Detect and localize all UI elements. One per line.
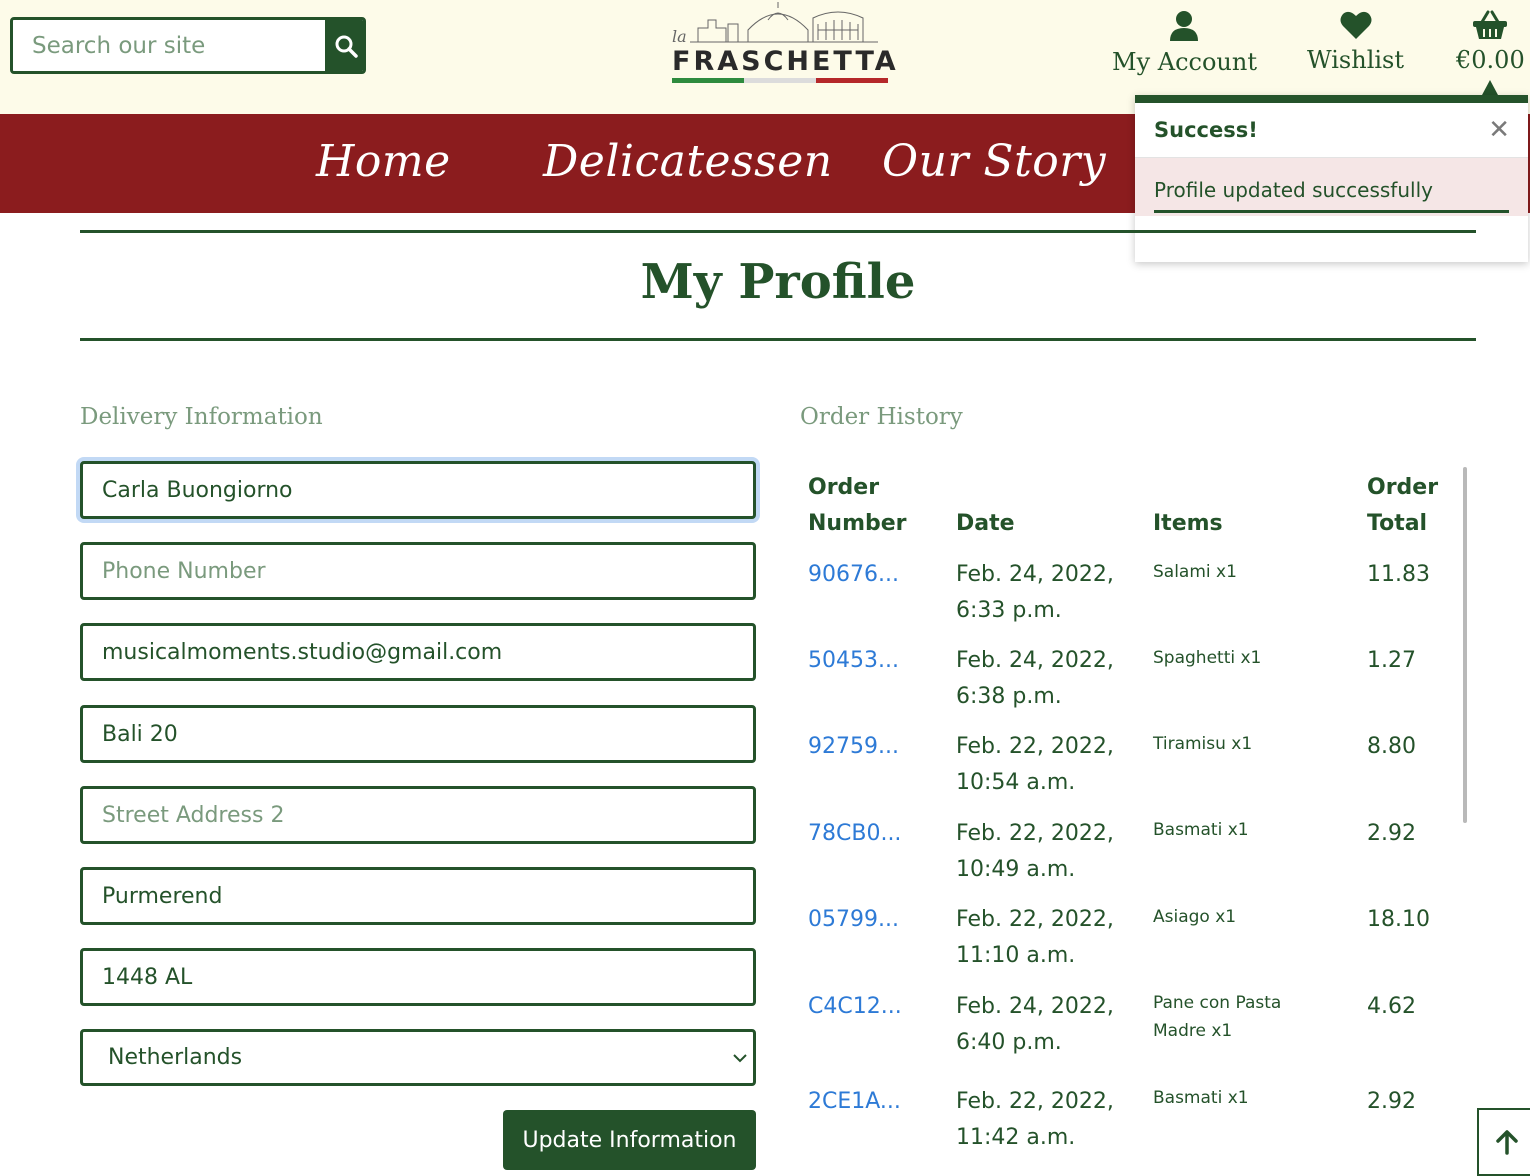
email-field[interactable] <box>80 623 756 681</box>
order-total: 4.62 <box>1367 994 1416 1019</box>
col-header-items: Items <box>1153 511 1223 536</box>
nav-item-home[interactable]: Home <box>316 136 451 187</box>
user-icon <box>1170 11 1199 41</box>
col-header-order-total: Order Total <box>1367 470 1438 542</box>
order-total: 8.80 <box>1367 734 1416 759</box>
order-number-link[interactable]: 50453... <box>808 648 899 673</box>
order-total: 18.10 <box>1367 907 1430 932</box>
title-rule-bottom <box>80 338 1476 341</box>
search-button[interactable] <box>325 20 363 71</box>
phone-number-field[interactable] <box>80 542 756 600</box>
order-items: Spaghetti x1 <box>1153 648 1262 668</box>
order-items: Basmati x1 <box>1153 1088 1249 1108</box>
order-total: 2.92 <box>1367 1089 1416 1114</box>
town-field[interactable] <box>80 867 756 925</box>
toast-title: Success! <box>1154 118 1258 142</box>
order-items: Salami x1 <box>1153 562 1237 582</box>
cart-link[interactable]: €0.00 <box>1456 10 1525 74</box>
toast-pointer <box>1482 80 1498 95</box>
country-select-value: Netherlands <box>108 1045 243 1070</box>
update-information-button[interactable]: Update Information <box>503 1110 756 1170</box>
order-date: Feb. 22, 2022, 11:10 a.m. <box>956 907 1114 968</box>
title-rule-top <box>80 230 1476 233</box>
close-icon[interactable]: ✕ <box>1488 117 1510 143</box>
order-history-scrollbar[interactable] <box>1463 467 1467 823</box>
order-date: Feb. 22, 2022, 11:42 a.m. <box>956 1089 1114 1150</box>
logo-prefix: la <box>672 27 687 46</box>
delivery-heading: Delivery Information <box>80 404 323 430</box>
search-form <box>10 17 366 74</box>
order-history-heading: Order History <box>800 404 963 430</box>
page-title: My Profile <box>640 254 916 310</box>
my-account-label: My Account <box>1112 48 1257 76</box>
col-header-order-number-line2: Number <box>808 511 907 536</box>
nav-item-delicatessen[interactable]: Delicatessen <box>543 136 833 187</box>
logo-flag-stripe <box>672 78 888 83</box>
chevron-down-icon <box>733 1053 747 1062</box>
order-number-link[interactable]: 90676... <box>808 562 899 587</box>
my-account-link[interactable]: My Account <box>1112 10 1257 76</box>
cart-total: €0.00 <box>1456 46 1525 74</box>
logo-wordmark[interactable]: FRASCHETTA <box>672 46 899 77</box>
order-date: Feb. 24, 2022, 6:38 p.m. <box>956 648 1114 709</box>
basket-icon <box>1473 10 1508 39</box>
arrow-up-icon <box>1496 1130 1518 1155</box>
street-address-2-field[interactable] <box>80 786 756 844</box>
col-header-date: Date <box>956 511 1015 536</box>
full-name-field[interactable] <box>80 461 756 519</box>
success-toast: Success! ✕ Profile updated successfully <box>1135 95 1528 262</box>
order-number-link[interactable]: 05799... <box>808 907 899 932</box>
back-to-top-button[interactable] <box>1477 1108 1530 1176</box>
col-header-order-total-line2: Total <box>1367 511 1428 536</box>
wishlist-label: Wishlist <box>1307 46 1405 74</box>
order-date: Feb. 22, 2022, 10:54 a.m. <box>956 734 1114 795</box>
search-icon <box>335 35 358 58</box>
toast-message: Profile updated successfully <box>1154 178 1509 213</box>
col-header-order-number-line1: Order <box>808 475 880 500</box>
col-header-order-total-line1: Order <box>1367 475 1439 500</box>
search-input[interactable] <box>13 20 325 71</box>
order-date: Feb. 22, 2022, 10:49 a.m. <box>956 821 1114 882</box>
order-items: Basmati x1 <box>1153 820 1249 840</box>
order-number-link[interactable]: 92759... <box>808 734 899 759</box>
order-items: Pane con Pasta Madre x1 <box>1153 993 1282 1041</box>
order-date: Feb. 24, 2022, 6:33 p.m. <box>956 562 1114 623</box>
country-select[interactable]: Netherlands <box>80 1029 756 1086</box>
order-items: Tiramisu x1 <box>1153 734 1253 754</box>
order-number-link[interactable]: C4C12... <box>808 994 902 1019</box>
street-address-1-field[interactable] <box>80 705 756 763</box>
order-date: Feb. 24, 2022, 6:40 p.m. <box>956 994 1114 1055</box>
order-items: Asiago x1 <box>1153 907 1237 927</box>
nav-item-our-story[interactable]: Our Story <box>882 136 1106 187</box>
order-number-link[interactable]: 78CB0... <box>808 821 901 846</box>
toast-header: Success! ✕ <box>1135 103 1528 158</box>
col-header-order-number: Order Number <box>808 470 907 542</box>
order-number-link[interactable]: 2CE1A... <box>808 1089 901 1114</box>
order-total: 1.27 <box>1367 648 1416 673</box>
postcode-field[interactable] <box>80 948 756 1006</box>
order-total: 11.83 <box>1367 562 1430 587</box>
heart-icon <box>1340 11 1371 39</box>
wishlist-link[interactable]: Wishlist <box>1307 10 1404 74</box>
order-total: 2.92 <box>1367 821 1416 846</box>
toast-body: Profile updated successfully <box>1135 158 1528 216</box>
